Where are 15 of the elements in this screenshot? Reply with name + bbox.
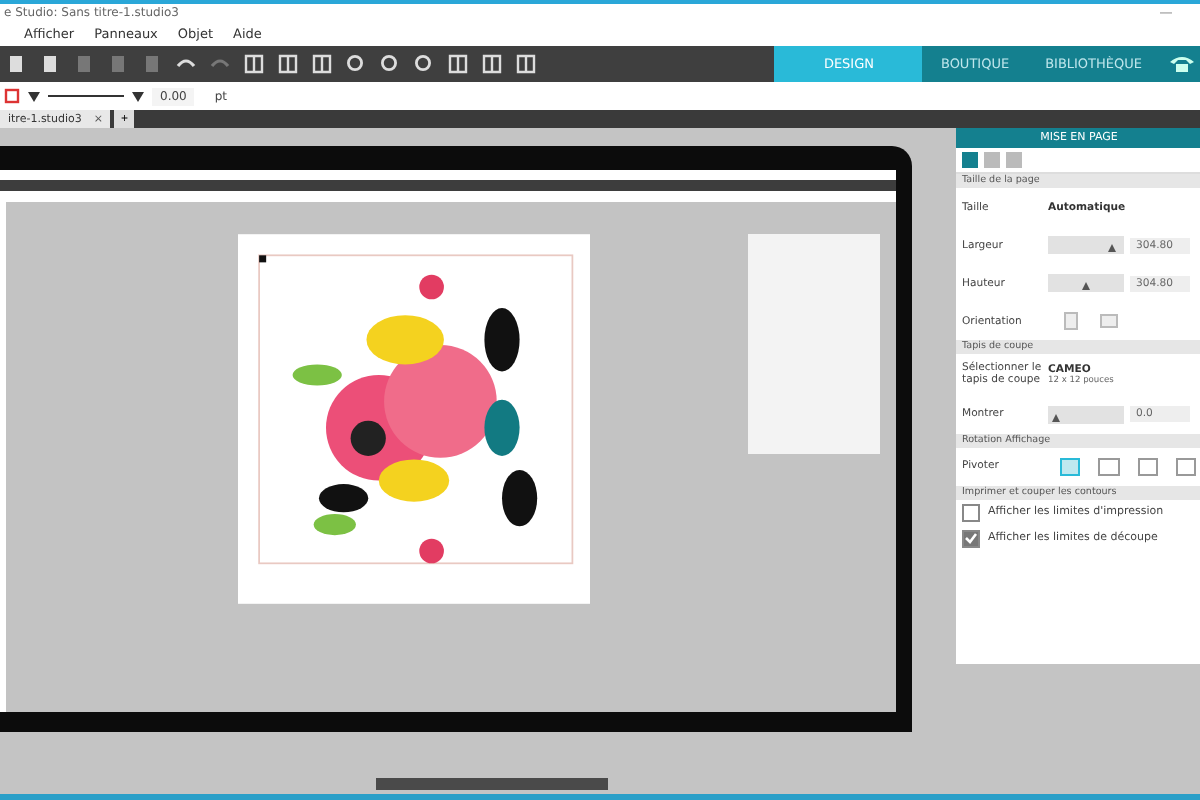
slider-thumb[interactable] (1107, 244, 1116, 252)
dropdown-caret-icon[interactable] (28, 91, 40, 101)
dropdown-caret-icon[interactable] (132, 91, 144, 101)
checkbox[interactable] (962, 503, 980, 522)
rotation-option[interactable] (1175, 457, 1196, 476)
document-icon[interactable] (6, 54, 26, 74)
line-color-icon[interactable] (4, 88, 20, 104)
slider-thumb[interactable] (1082, 282, 1090, 290)
scrollbar-thumb[interactable] (376, 778, 608, 790)
slider-thumb[interactable] (1051, 413, 1060, 422)
line-style-icon[interactable] (48, 92, 124, 100)
rotation-option[interactable] (1098, 457, 1119, 476)
checkbox[interactable] (962, 529, 980, 548)
rotation-option[interactable] (1137, 457, 1158, 476)
phone-icon[interactable] (1168, 54, 1196, 74)
